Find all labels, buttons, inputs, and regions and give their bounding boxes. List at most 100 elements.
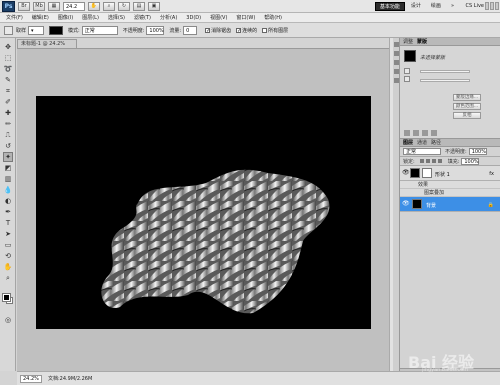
- menu-view[interactable]: 视图(V): [210, 14, 227, 21]
- stamp-tool-icon[interactable]: ⎍: [3, 130, 13, 140]
- cs-live-button[interactable]: CS Live: [466, 2, 484, 11]
- eyedropper-tool-icon[interactable]: ✐: [3, 97, 13, 107]
- effects-row[interactable]: 效果: [400, 181, 500, 189]
- sample-select[interactable]: ▾: [28, 25, 45, 35]
- paragraph-panel-icon[interactable]: [394, 78, 399, 83]
- blur-tool-icon[interactable]: 💧: [3, 185, 13, 195]
- workspace-essentials[interactable]: 基本功能: [374, 2, 405, 11]
- tab-masks[interactable]: 蒙版: [417, 38, 427, 45]
- close-button[interactable]: [495, 2, 499, 10]
- disable-mask-icon[interactable]: [422, 130, 428, 136]
- hand-tool-icon[interactable]: ✋: [88, 1, 100, 11]
- healing-tool-icon[interactable]: ✚: [3, 108, 13, 118]
- lock-transparency-icon[interactable]: [419, 159, 424, 163]
- vector-mask-icon[interactable]: [404, 76, 410, 82]
- flow-field[interactable]: 0: [183, 25, 198, 35]
- pattern-overlay-effect-row[interactable]: 图案叠加: [400, 189, 500, 197]
- lock-position-icon[interactable]: [431, 159, 436, 163]
- menu-filter[interactable]: 滤镜(T): [134, 14, 151, 21]
- character-panel-icon[interactable]: [394, 69, 399, 74]
- workspace-painting[interactable]: 绘画: [427, 2, 445, 11]
- maximize-button[interactable]: [490, 2, 494, 10]
- opacity-field[interactable]: 100%: [146, 25, 165, 35]
- all-layers-checkbox[interactable]: [262, 27, 268, 33]
- pen-tool-icon[interactable]: ✒: [3, 207, 13, 217]
- quick-select-tool-icon[interactable]: ✎: [3, 75, 13, 85]
- lock-pixels-icon[interactable]: [425, 159, 430, 163]
- actions-panel-icon[interactable]: [394, 51, 399, 56]
- color-range-button[interactable]: 颜色范围...: [453, 103, 481, 110]
- foreground-color-swatch[interactable]: [2, 293, 11, 302]
- contiguous-checkbox[interactable]: [236, 27, 242, 33]
- tab-paths[interactable]: 路径: [431, 139, 441, 146]
- shape-tool-icon[interactable]: ▭: [3, 240, 13, 250]
- bridge-button[interactable]: Br: [18, 1, 30, 11]
- tool-preset-icon[interactable]: [4, 25, 13, 35]
- load-selection-icon[interactable]: [404, 130, 410, 136]
- zoom-field[interactable]: 24.2: [63, 1, 85, 11]
- layer-fx-icon[interactable]: fx: [489, 171, 494, 177]
- feather-slider[interactable]: [420, 79, 470, 82]
- marquee-tool-icon[interactable]: ⬚: [3, 53, 13, 63]
- menu-help[interactable]: 帮助(H): [264, 14, 282, 21]
- apply-mask-icon[interactable]: [413, 130, 419, 136]
- pixel-mask-icon[interactable]: [404, 68, 410, 74]
- layer-row-shape[interactable]: 👁 形状 1 fx: [400, 166, 500, 181]
- tab-layers[interactable]: 图层: [403, 139, 413, 146]
- dodge-tool-icon[interactable]: ◐: [3, 196, 13, 206]
- lock-all-icon[interactable]: [437, 159, 442, 163]
- invert-button[interactable]: 反相: [453, 112, 481, 119]
- layer-row-background[interactable]: 👁 背景 🔒: [400, 197, 500, 212]
- tab-channels[interactable]: 通道: [417, 139, 427, 146]
- arrange-documents-icon[interactable]: ▤: [133, 1, 145, 11]
- menu-select[interactable]: 选择(S): [108, 14, 125, 21]
- menu-bar: 文件(F) 编辑(E) 图像(I) 图层(L) 选择(S) 滤镜(T) 分析(A…: [0, 13, 500, 23]
- menu-analysis[interactable]: 分析(A): [160, 14, 177, 21]
- status-zoom-field[interactable]: 24.2%: [20, 374, 42, 383]
- fill-swatch[interactable]: [49, 25, 64, 35]
- rotate-view-icon[interactable]: ↻: [118, 1, 130, 11]
- gradient-tool-icon[interactable]: ▥: [3, 174, 13, 184]
- menu-3d[interactable]: 3D(D): [186, 15, 201, 21]
- canvas[interactable]: [36, 96, 371, 329]
- hand-tool-icon[interactable]: ✋: [3, 262, 13, 272]
- brush-tool-icon[interactable]: ✏: [3, 119, 13, 129]
- delete-mask-icon[interactable]: [431, 130, 437, 136]
- antialias-checkbox[interactable]: [205, 27, 211, 33]
- zoom-tool-icon[interactable]: ⌕: [3, 273, 13, 283]
- magic-wand-tool-icon[interactable]: ✦: [3, 152, 13, 162]
- quick-mask-icon[interactable]: ◎: [3, 315, 13, 325]
- menu-layer[interactable]: 图层(L): [82, 14, 99, 21]
- type-tool-icon[interactable]: T: [3, 218, 13, 228]
- visibility-eye-icon[interactable]: 👁: [402, 201, 410, 207]
- 3d-rotate-tool-icon[interactable]: ⟲: [3, 251, 13, 261]
- lasso-tool-icon[interactable]: ➰: [3, 64, 13, 74]
- menu-image[interactable]: 图像(I): [58, 14, 73, 21]
- history-brush-tool-icon[interactable]: ↺: [3, 141, 13, 151]
- fill-field[interactable]: 100%: [461, 157, 480, 165]
- menu-edit[interactable]: 编辑(E): [32, 14, 49, 21]
- blend-mode-select[interactable]: 正常: [403, 148, 441, 155]
- zoom-tool-icon[interactable]: ⌕: [103, 1, 115, 11]
- screen-mode-icon[interactable]: ▣: [148, 1, 160, 11]
- crop-tool-icon[interactable]: ⌗: [3, 86, 13, 96]
- history-panel-icon[interactable]: [394, 42, 399, 47]
- move-tool-icon[interactable]: ✥: [3, 42, 13, 52]
- tab-adjustments[interactable]: 调整: [403, 38, 413, 45]
- menu-file[interactable]: 文件(F): [6, 14, 23, 21]
- path-select-tool-icon[interactable]: ➤: [3, 229, 13, 239]
- minibridge-button[interactable]: Mb: [33, 1, 45, 11]
- swatches-panel-icon[interactable]: [394, 60, 399, 65]
- visibility-eye-icon[interactable]: 👁: [402, 170, 410, 176]
- menu-window[interactable]: 窗口(W): [236, 14, 255, 21]
- guides-icon[interactable]: ▦: [48, 1, 60, 11]
- document-tab[interactable]: 未标题-1 @ 24.2% (RGB/8): [17, 39, 77, 55]
- layer-opacity-field[interactable]: 100%: [468, 148, 487, 155]
- density-slider[interactable]: [420, 70, 470, 73]
- eraser-tool-icon[interactable]: ◩: [3, 163, 13, 173]
- mask-edge-button[interactable]: 蒙版边缘...: [453, 94, 481, 101]
- workspace-more[interactable]: »: [447, 2, 458, 11]
- minimize-button[interactable]: [485, 2, 489, 10]
- mode-select[interactable]: 正常: [81, 25, 118, 35]
- workspace-design[interactable]: 设计: [407, 2, 425, 11]
